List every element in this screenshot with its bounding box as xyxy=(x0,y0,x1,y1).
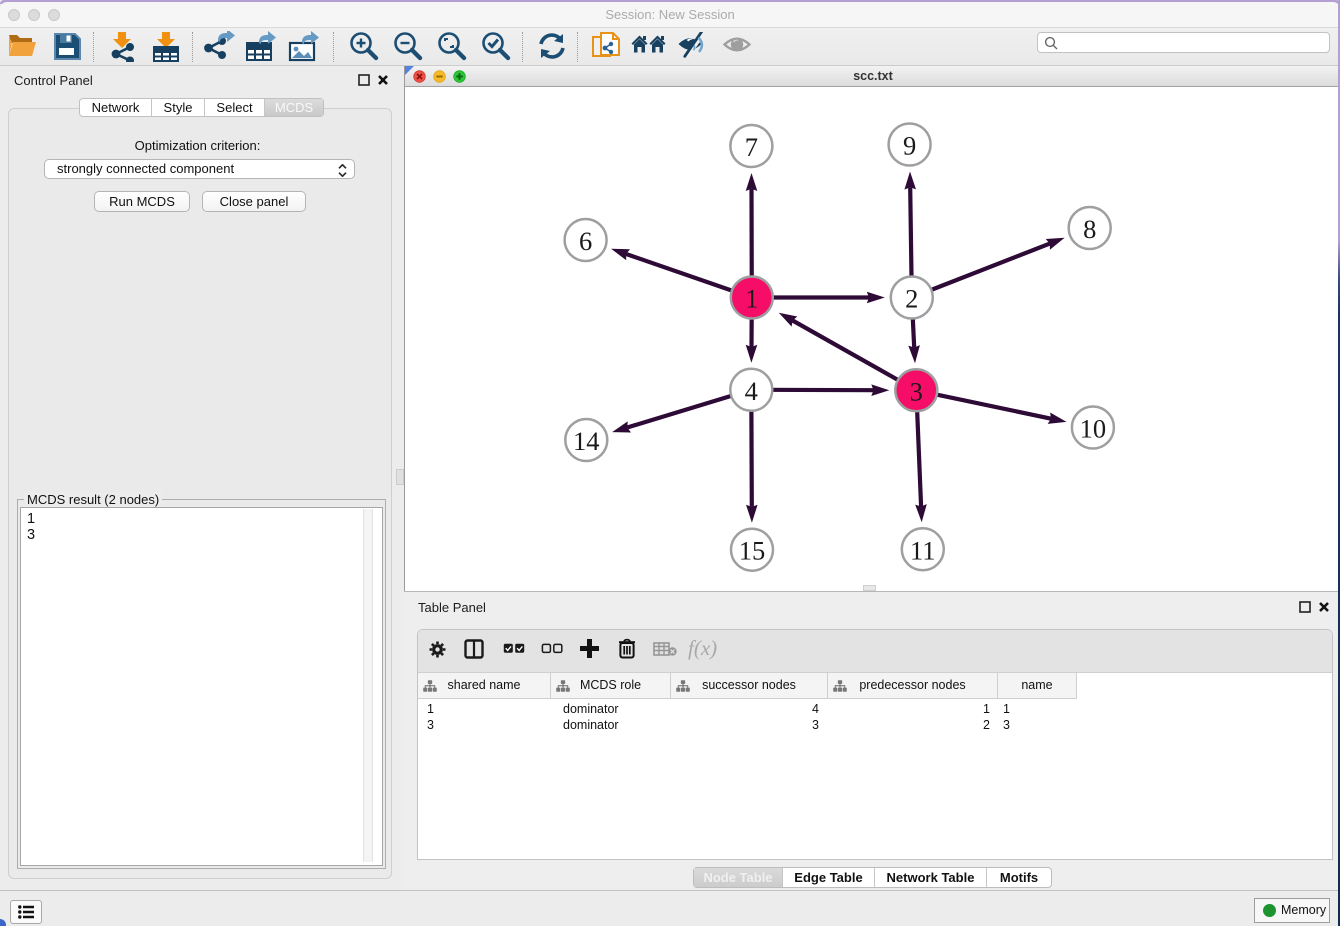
svg-text:9: 9 xyxy=(903,131,916,161)
svg-text:2: 2 xyxy=(905,284,918,314)
svg-text:11: 11 xyxy=(910,535,936,565)
svg-text:3: 3 xyxy=(910,376,923,406)
svg-text:15: 15 xyxy=(739,536,766,566)
svg-text:1: 1 xyxy=(745,284,758,314)
svg-text:10: 10 xyxy=(1080,414,1107,444)
svg-text:4: 4 xyxy=(745,376,758,406)
svg-text:14: 14 xyxy=(573,426,600,456)
svg-text:8: 8 xyxy=(1083,214,1096,244)
svg-text:6: 6 xyxy=(579,226,592,256)
svg-text:7: 7 xyxy=(745,132,758,162)
